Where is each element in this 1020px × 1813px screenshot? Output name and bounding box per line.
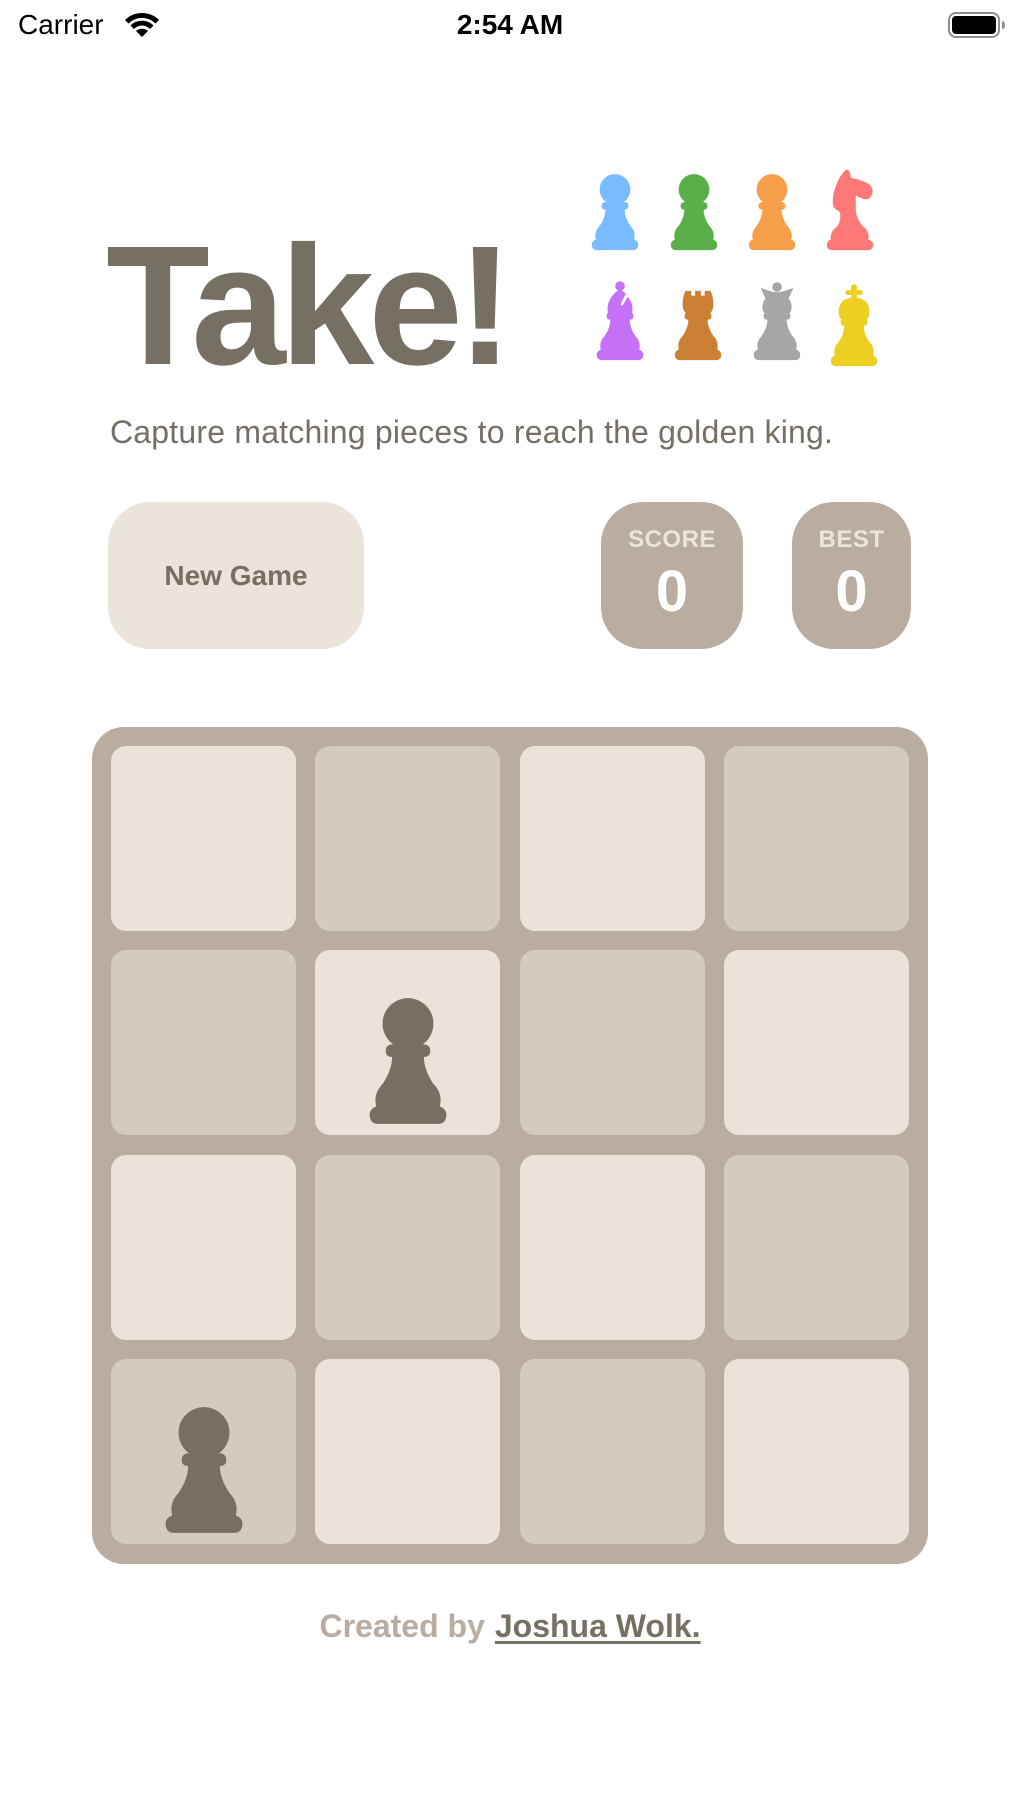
score-box: SCORE 0: [601, 502, 743, 649]
king-icon: [829, 264, 879, 368]
pawn-icon[interactable]: [366, 987, 450, 1127]
best-box: BEST 0: [792, 502, 911, 649]
best-label: BEST: [818, 526, 885, 553]
pawn-icon: [669, 166, 719, 252]
board-tile[interactable]: [519, 746, 705, 931]
board-tile[interactable]: [315, 1358, 501, 1544]
board-tile[interactable]: [723, 746, 909, 931]
created-by-text: Created by: [319, 1608, 485, 1644]
board-tile[interactable]: [111, 1154, 296, 1340]
footer-credit: Created by Joshua Wolk.: [0, 1604, 1020, 1648]
board-tile[interactable]: [111, 1358, 296, 1544]
pawn-icon: [590, 166, 640, 252]
rook-icon: [673, 276, 723, 362]
score-label: SCORE: [628, 526, 716, 553]
pawn-icon[interactable]: [162, 1396, 246, 1536]
board-tile[interactable]: [723, 1358, 909, 1544]
battery-full-icon: [948, 12, 1006, 38]
author-link[interactable]: Joshua Wolk.: [495, 1608, 701, 1644]
board-tile[interactable]: [111, 746, 296, 931]
board-tile[interactable]: [723, 950, 909, 1136]
board-tile[interactable]: [315, 950, 501, 1136]
best-value: 0: [835, 559, 868, 624]
board-tile[interactable]: [519, 1358, 705, 1544]
knight-icon: [825, 160, 875, 252]
status-time: 2:54 AM: [456, 9, 564, 40]
queen-icon: [752, 276, 802, 362]
pawn-icon: [747, 166, 797, 252]
new-game-button[interactable]: New Game: [108, 502, 364, 649]
board-tile[interactable]: [723, 1154, 909, 1340]
board-tile[interactable]: [315, 746, 501, 931]
app-title: Take!: [106, 211, 513, 401]
score-value: 0: [655, 559, 689, 624]
game-board[interactable]: [92, 727, 928, 1564]
board-tile[interactable]: [315, 1154, 501, 1340]
bishop-icon: [595, 276, 645, 362]
new-game-label: New Game: [164, 559, 308, 591]
app-subtitle: Capture matching pieces to reach the gol…: [110, 414, 834, 450]
board-tile[interactable]: [519, 1154, 705, 1340]
board-tile[interactable]: [111, 950, 296, 1136]
board-tile[interactable]: [519, 950, 705, 1136]
